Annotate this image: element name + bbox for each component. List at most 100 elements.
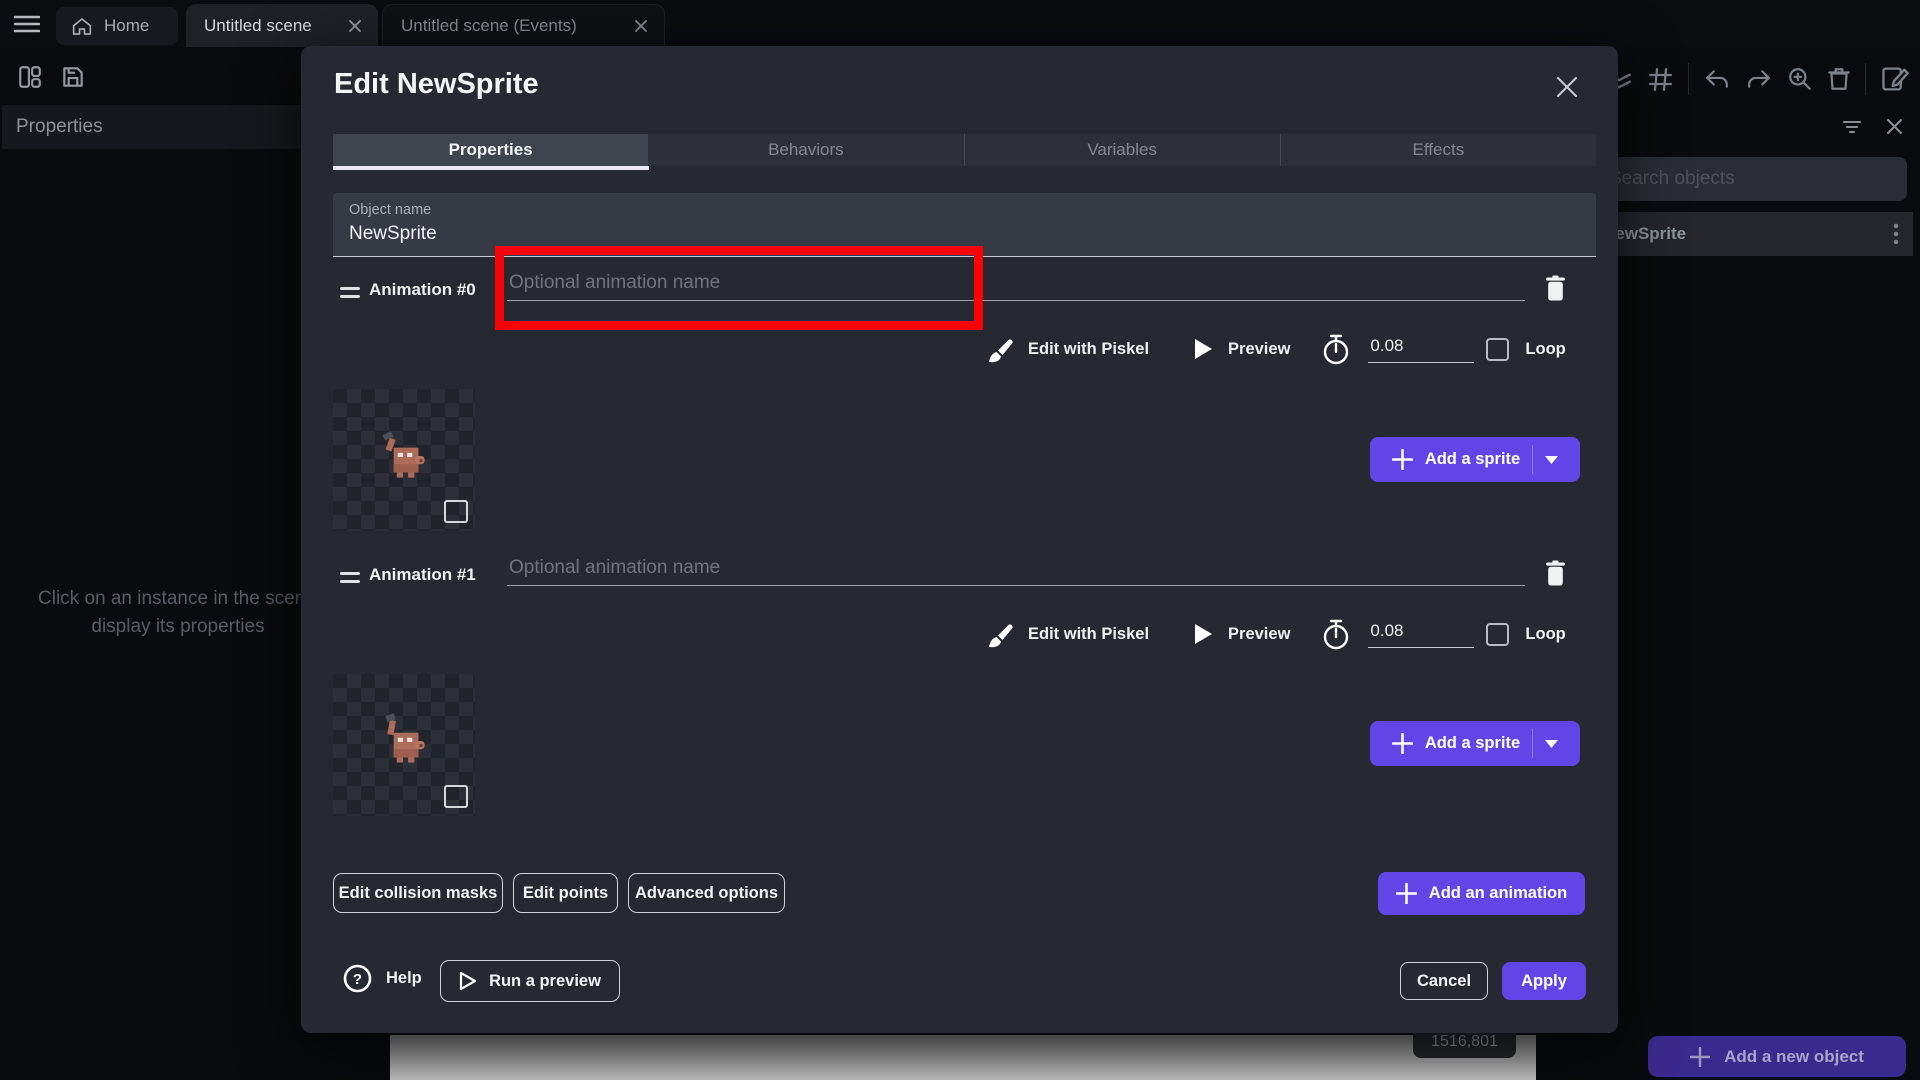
- apply-label: Apply: [1521, 972, 1567, 991]
- close-icon: [1555, 75, 1579, 99]
- play-icon: [1194, 623, 1213, 645]
- add-an-animation-button[interactable]: Add an animation: [1378, 872, 1585, 915]
- animation-0-time-between-frames-input[interactable]: [1368, 336, 1474, 363]
- paintbrush-icon: [987, 620, 1013, 649]
- tab-effects[interactable]: Effects: [1280, 134, 1596, 166]
- trash-icon[interactable]: [1827, 66, 1851, 92]
- grid-icon[interactable]: [1647, 66, 1674, 93]
- dialog-close-button[interactable]: [1552, 72, 1582, 102]
- edit-sprite-dialog: Edit NewSprite Properties Behaviors Vari…: [301, 46, 1618, 1033]
- plus-icon: [1690, 1047, 1710, 1067]
- tab-properties[interactable]: Properties: [333, 134, 648, 166]
- animation-1-edit-piskel-button[interactable]: Edit with Piskel: [987, 620, 1149, 649]
- advanced-options-button[interactable]: Advanced options: [628, 873, 785, 913]
- add-new-object-label: Add a new object: [1724, 1047, 1864, 1067]
- object-list-item-newsprite[interactable]: NewSprite: [1585, 212, 1913, 256]
- tab-behaviors[interactable]: Behaviors: [648, 134, 963, 166]
- toolbar-divider: [1865, 63, 1866, 95]
- plus-icon: [1396, 883, 1417, 904]
- animation-1-preview-button[interactable]: Preview: [1194, 623, 1290, 645]
- object-name-field[interactable]: Object name NewSprite: [333, 193, 1596, 257]
- add-sprite-button[interactable]: Add a sprite: [1370, 721, 1580, 766]
- hamburger-icon: [14, 14, 40, 34]
- scene-canvas-edge: [390, 1035, 1536, 1080]
- animation-0-delete-button[interactable]: [1544, 274, 1567, 302]
- properties-empty-message-line2: display its properties: [38, 616, 318, 638]
- help-label: Help: [386, 969, 422, 988]
- preview-label: Preview: [1228, 625, 1290, 644]
- toggle-panels-button[interactable]: [17, 64, 43, 90]
- scene-toolbar: [1605, 63, 1910, 95]
- animation-1-time-between-frames-input[interactable]: [1368, 621, 1474, 648]
- save-project-button[interactable]: [60, 64, 86, 90]
- redo-icon[interactable]: [1745, 67, 1773, 91]
- caret-down-icon[interactable]: [1545, 456, 1558, 464]
- add-sprite-button[interactable]: Add a sprite: [1370, 437, 1580, 482]
- animation-0-add-sprite: Add a sprite: [1370, 437, 1580, 482]
- close-tab-icon[interactable]: [348, 19, 362, 33]
- sprite-image: [371, 710, 437, 776]
- gdevelop-app: Home Untitled scene Untitled scene (Even…: [0, 0, 1920, 1080]
- animation-0-loop-checkbox[interactable]: [1486, 338, 1509, 361]
- main-menu-button[interactable]: [14, 14, 40, 34]
- animation-0-sprite-thumbnail[interactable]: [333, 389, 475, 531]
- tab-untitled-scene[interactable]: Untitled scene: [186, 4, 378, 47]
- animation-1-controls: Edit with Piskel Preview Loop: [987, 617, 1566, 651]
- animation-1-sprite-thumbnail[interactable]: [333, 674, 475, 816]
- cancel-button[interactable]: Cancel: [1400, 962, 1488, 1000]
- preview-label: Preview: [1228, 340, 1290, 359]
- sprite-image: [371, 425, 437, 491]
- animation-1-delete-button[interactable]: [1544, 559, 1567, 587]
- toolbar-divider: [1688, 63, 1689, 95]
- filter-objects-button[interactable]: [1843, 120, 1861, 134]
- animation-1-drag-handle[interactable]: [340, 567, 360, 588]
- run-a-preview-button[interactable]: Run a preview: [440, 960, 620, 1002]
- advanced-options-label: Advanced options: [635, 884, 778, 903]
- add-an-animation-label: Add an animation: [1429, 884, 1567, 903]
- loop-label: Loop: [1525, 625, 1565, 644]
- tab-home[interactable]: Home: [56, 7, 178, 45]
- animation-1-name-input[interactable]: [507, 557, 1525, 586]
- close-panel-button[interactable]: [1886, 118, 1903, 135]
- edit-points-button[interactable]: Edit points: [513, 873, 618, 913]
- zoom-in-icon[interactable]: [1787, 66, 1813, 92]
- search-objects-input[interactable]: [1585, 157, 1907, 201]
- tab-untitled-scene-events[interactable]: Untitled scene (Events): [382, 4, 665, 47]
- add-sprite-label: Add a sprite: [1425, 734, 1520, 753]
- button-divider: [1532, 445, 1533, 474]
- play-icon: [1194, 338, 1213, 360]
- animation-1-loop-checkbox[interactable]: [1486, 623, 1509, 646]
- stopwatch-icon: [1322, 619, 1350, 650]
- edit-scene-properties-icon[interactable]: [1880, 65, 1910, 93]
- animation-0-drag-handle[interactable]: [340, 282, 360, 303]
- sprite-select-checkbox[interactable]: [444, 500, 468, 523]
- animation-0-controls: Edit with Piskel Preview Loop: [987, 332, 1566, 366]
- edit-collision-masks-button[interactable]: Edit collision masks: [333, 873, 503, 913]
- apply-button[interactable]: Apply: [1502, 962, 1586, 1000]
- close-tab-icon[interactable]: [634, 19, 648, 33]
- tab-variables[interactable]: Variables: [964, 134, 1280, 166]
- cancel-label: Cancel: [1417, 972, 1471, 991]
- caret-down-icon[interactable]: [1545, 740, 1558, 748]
- layout-panels-icon: [17, 64, 43, 90]
- search-objects-field[interactable]: [1585, 157, 1907, 201]
- play-outline-icon: [459, 971, 477, 991]
- animation-0-edit-piskel-button[interactable]: Edit with Piskel: [987, 335, 1149, 364]
- run-a-preview-label: Run a preview: [489, 972, 601, 991]
- animation-0-name-input[interactable]: [507, 272, 1525, 301]
- animation-0-preview-button[interactable]: Preview: [1194, 338, 1290, 360]
- properties-empty-message-line1: Click on an instance in the scene to: [38, 588, 318, 610]
- tab-scene-label: Untitled scene: [204, 16, 312, 36]
- button-divider: [1532, 729, 1533, 758]
- plus-icon: [1392, 449, 1413, 470]
- filter-icon: [1843, 120, 1861, 134]
- plus-icon: [1392, 733, 1413, 754]
- home-icon: [72, 17, 92, 36]
- undo-icon[interactable]: [1703, 67, 1731, 91]
- object-more-options-icon[interactable]: [1893, 223, 1899, 245]
- tab-home-label: Home: [104, 16, 149, 36]
- add-new-object-button[interactable]: Add a new object: [1648, 1036, 1906, 1077]
- sprite-select-checkbox[interactable]: [444, 785, 468, 808]
- loop-label: Loop: [1525, 340, 1565, 359]
- help-button[interactable]: ? Help: [343, 964, 422, 993]
